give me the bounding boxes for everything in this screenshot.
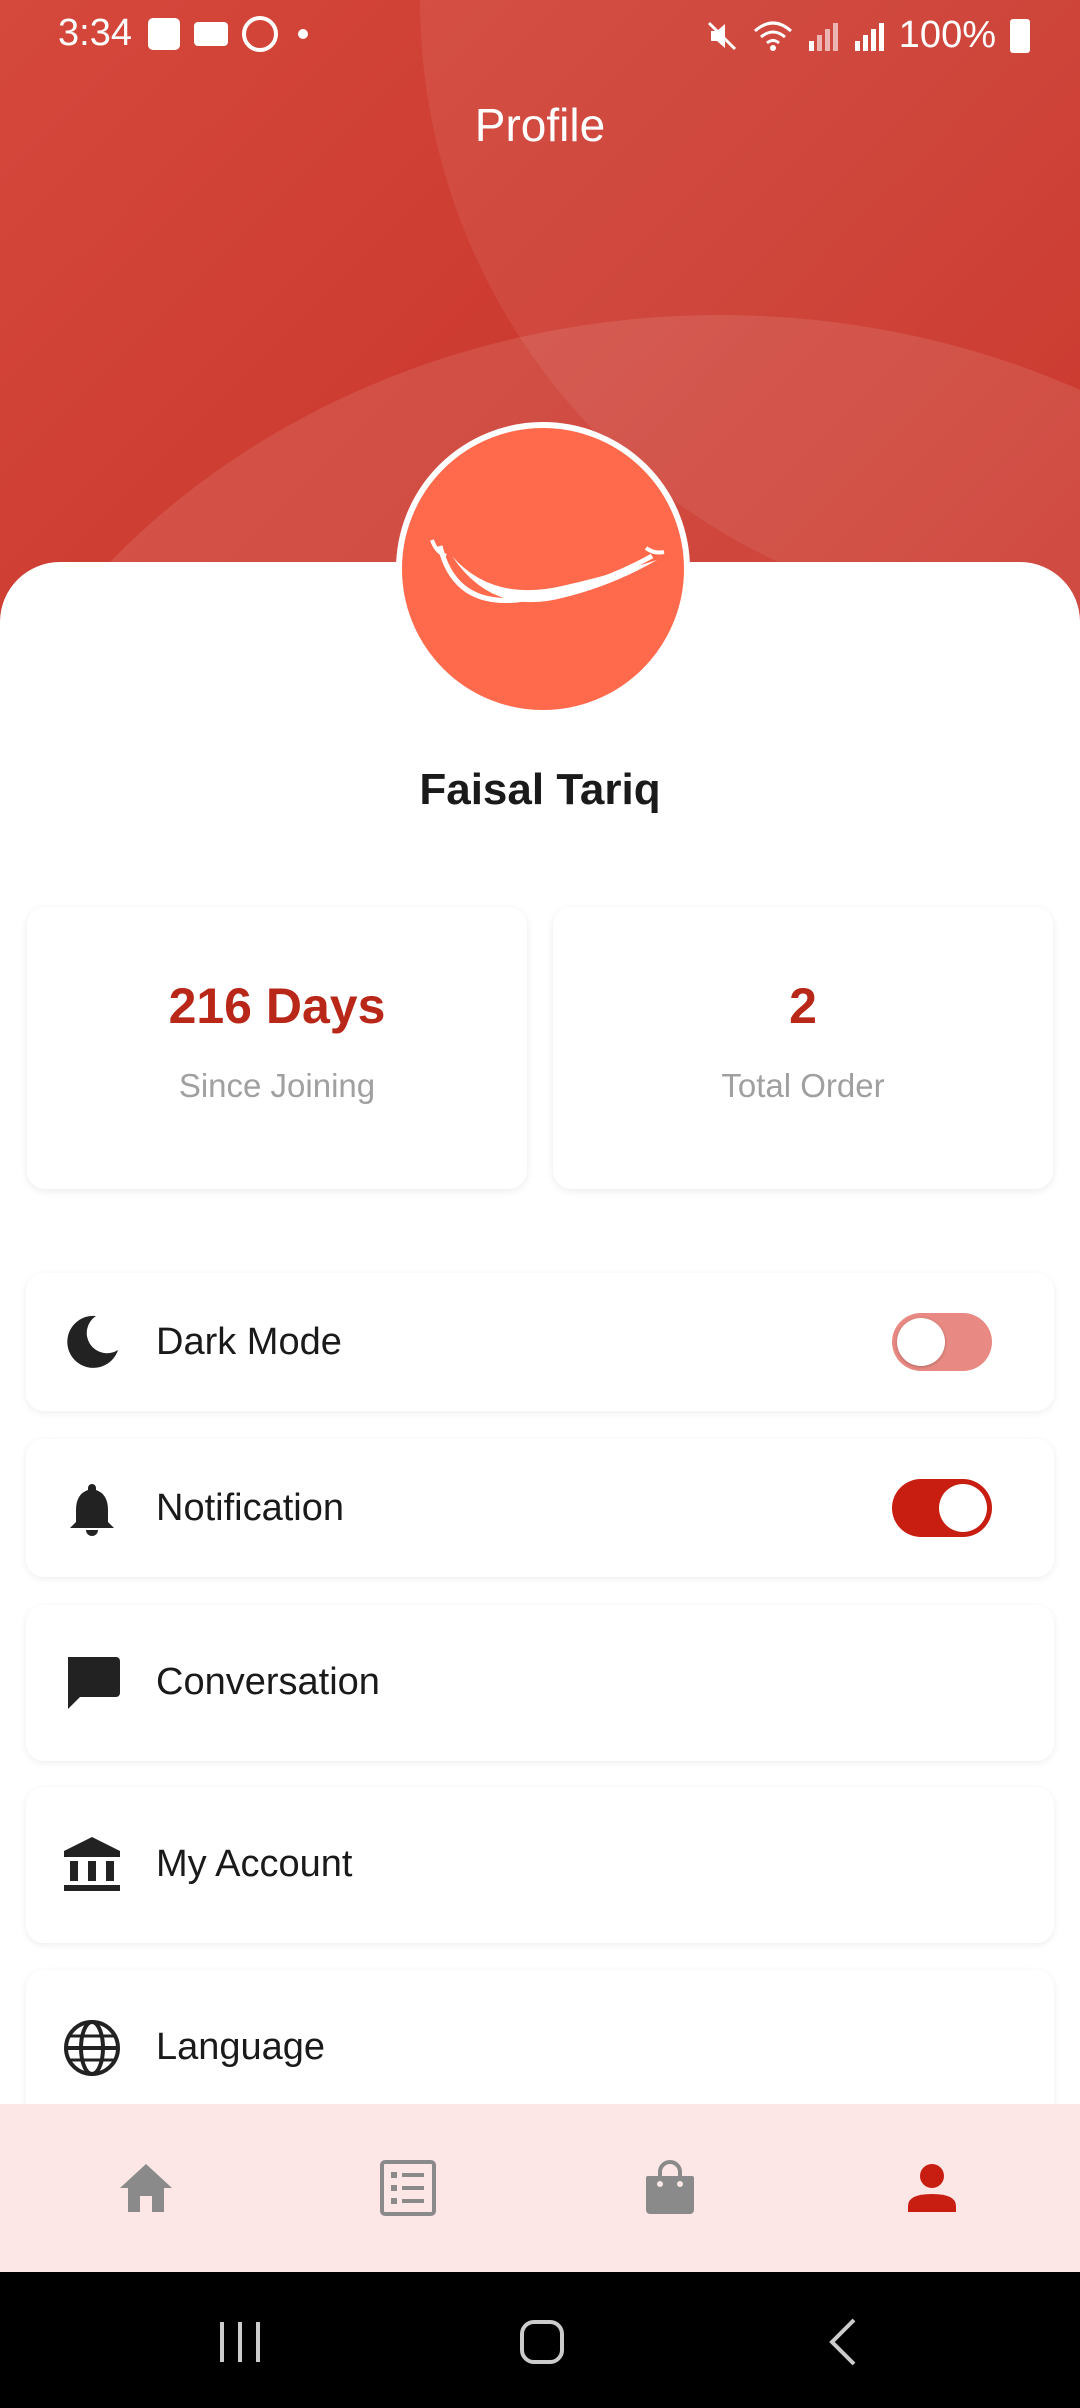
menu-item-label: Dark Mode [156, 1321, 342, 1363]
shopping-bag-icon[interactable] [640, 2158, 700, 2218]
menu-item-label: Conversation [156, 1661, 380, 1703]
page-title: Profile [474, 99, 606, 151]
menu-item-language[interactable]: Language [26, 1970, 1054, 2126]
stat-card-days: 216 Days Since Joining [27, 907, 527, 1189]
moon-icon [67, 1315, 118, 1368]
stat-value: 2 [789, 978, 817, 1034]
notification-dot-icon [298, 29, 308, 39]
recent-apps-icon[interactable] [210, 2312, 270, 2372]
toggle-knob [939, 1484, 987, 1532]
status-time: 3:34 [58, 12, 132, 54]
orders-list-icon[interactable] [378, 2158, 438, 2218]
menu-item-conversation[interactable]: Conversation [26, 1605, 1054, 1761]
stat-value: 216 Days [168, 978, 386, 1034]
smile-logo-icon [430, 539, 665, 604]
menu-item-notification[interactable]: Notification [26, 1439, 1054, 1577]
menu-item-label: My Account [156, 1843, 353, 1885]
home-button-icon[interactable] [512, 2312, 572, 2372]
wifi-icon [753, 21, 792, 51]
menu-item-label: Language [156, 2026, 326, 2068]
back-icon[interactable] [816, 2312, 876, 2372]
gallery-icon [148, 18, 180, 50]
video-icon [194, 22, 228, 46]
toggle-knob [897, 1318, 945, 1366]
person-icon[interactable] [902, 2158, 962, 2218]
notification-toggle[interactable] [892, 1479, 992, 1537]
mute-icon [707, 21, 736, 50]
battery-percent: 100% [898, 14, 996, 56]
bottom-navigation [0, 2104, 1080, 2272]
stat-card-orders: 2 Total Order [553, 907, 1053, 1189]
system-navigation-bar [0, 2272, 1080, 2408]
battery-icon [1010, 18, 1030, 53]
user-name: Faisal Tariq [419, 765, 661, 814]
bell-icon [70, 1484, 114, 1536]
signal-icon [808, 22, 838, 51]
dark-mode-toggle[interactable] [892, 1313, 992, 1371]
avatar[interactable] [396, 422, 690, 716]
menu-item-my-account[interactable]: My Account [26, 1787, 1054, 1943]
menu-item-dark-mode[interactable]: Dark Mode [26, 1273, 1054, 1411]
globe-icon [64, 2020, 120, 2076]
signal-icon [854, 22, 884, 51]
bank-icon [64, 1837, 120, 1891]
stat-label: Total Order [721, 1067, 885, 1104]
sync-icon [242, 16, 278, 52]
menu-item-label: Notification [156, 1487, 344, 1529]
stat-label: Since Joining [178, 1067, 376, 1104]
chat-bubble-icon [68, 1657, 120, 1709]
status-bar: 3:34 100% [0, 0, 1080, 70]
home-icon[interactable] [116, 2158, 176, 2218]
